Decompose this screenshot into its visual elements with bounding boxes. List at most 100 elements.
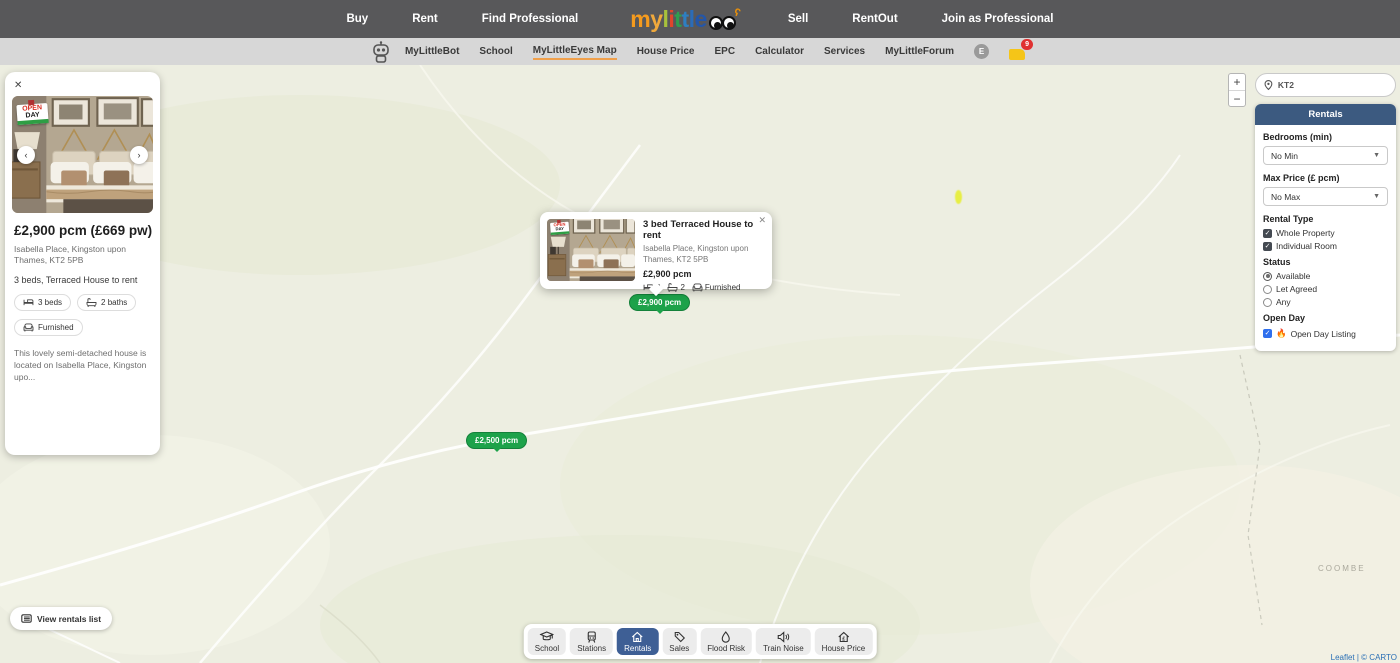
- speaker-icon: [777, 631, 790, 643]
- chevron-down-icon: ▼: [1373, 152, 1380, 159]
- filters-header[interactable]: Rentals: [1255, 104, 1396, 125]
- subnav-house-price[interactable]: House Price: [637, 44, 695, 59]
- popup-baths: 2: [667, 283, 684, 292]
- sofa-icon: [692, 283, 703, 292]
- nav-sell[interactable]: Sell: [788, 13, 808, 25]
- nav-find-professional[interactable]: Find Professional: [482, 13, 579, 25]
- toolbar-stations-button[interactable]: Stations: [570, 628, 613, 655]
- logo-letter: t: [674, 8, 681, 30]
- subnav-calculator[interactable]: Calculator: [755, 44, 804, 59]
- popup-price: £2,900 pcm: [643, 269, 765, 279]
- status-let-agreed-label: Let Agreed: [1276, 284, 1317, 294]
- list-icon: [21, 614, 32, 623]
- popup-furnished: Furnished: [692, 283, 741, 292]
- svg-text:£: £: [842, 637, 845, 643]
- search-input[interactable]: [1278, 80, 1387, 90]
- individual-room-label: Individual Room: [1276, 241, 1337, 251]
- status-let-agreed-radio-row[interactable]: Let Agreed: [1263, 284, 1388, 294]
- zoom-out-button[interactable]: −: [1229, 90, 1245, 106]
- sofa-icon: [23, 323, 34, 332]
- open-day-listing-label: Open Day Listing: [1291, 329, 1356, 339]
- baths-badge: 2 baths: [77, 294, 136, 311]
- popup-beds: 3: [643, 283, 660, 292]
- price-marker-2500[interactable]: £2,500 pcm: [466, 432, 527, 449]
- map-highlight-dot: [955, 190, 962, 204]
- max-price-label: Max Price (£ pcm): [1263, 173, 1388, 183]
- nav-join-as-professional[interactable]: Join as Professional: [942, 13, 1054, 25]
- photo-next-button[interactable]: ›: [130, 146, 148, 164]
- checkbox-checked-icon: ✓: [1263, 242, 1272, 251]
- nav-rentout[interactable]: RentOut: [852, 13, 897, 25]
- popup-title: 3 bed Terraced House to rent: [643, 219, 765, 241]
- whole-property-checkbox-row[interactable]: ✓ Whole Property: [1263, 228, 1388, 238]
- nav-rent[interactable]: Rent: [412, 13, 438, 25]
- house-pound-icon: £: [836, 631, 850, 643]
- subnav-services[interactable]: Services: [824, 44, 865, 59]
- subnav-epc[interactable]: EPC: [715, 44, 736, 59]
- map-zoom-control: + −: [1228, 73, 1246, 107]
- attribution-text[interactable]: Leaflet | © CARTO: [1331, 653, 1397, 662]
- rentals-filter-panel: Rentals Bedrooms (min) No Min ▼ Max Pric…: [1255, 104, 1396, 351]
- water-drop-icon: [721, 631, 731, 643]
- notifications-flag-icon[interactable]: 9: [1009, 44, 1029, 60]
- view-rentals-list-button[interactable]: View rentals list: [10, 607, 112, 630]
- status-available-radio-row[interactable]: Available: [1263, 271, 1388, 281]
- property-detail-card: ✕ OPEN DAY ‹ › £2,900 pcm (£669 pw) Isab…: [5, 72, 160, 455]
- bedrooms-min-select[interactable]: No Min ▼: [1263, 146, 1388, 165]
- secondary-navigation: MyLittleBot School MyLittleEyes Map Hous…: [0, 38, 1400, 65]
- checkbox-checked-icon: ✓: [1263, 329, 1272, 338]
- checkbox-checked-icon: ✓: [1263, 229, 1272, 238]
- whole-property-label: Whole Property: [1276, 228, 1335, 238]
- zoom-in-button[interactable]: +: [1229, 74, 1245, 90]
- open-day-listing-checkbox-row[interactable]: ✓ 🔥 Open Day Listing: [1263, 328, 1388, 339]
- popup-photo: OPEN DAY: [547, 219, 635, 281]
- brand-logo[interactable]: m y l i t t l e ʕ: [630, 8, 736, 30]
- logo-letter: e: [695, 8, 707, 30]
- bedrooms-min-label: Bedrooms (min): [1263, 132, 1388, 142]
- property-price: £2,900 pcm (£669 pw): [14, 223, 153, 238]
- close-icon[interactable]: ✕: [14, 81, 26, 91]
- status-any-label: Any: [1276, 297, 1291, 307]
- popup-address: Isabella Place, Kingston upon Thames, KT…: [643, 244, 765, 266]
- beds-badge: 3 beds: [14, 294, 71, 311]
- status-any-radio-row[interactable]: Any: [1263, 297, 1388, 307]
- map-property-popup[interactable]: ✕ OPEN DAY 3 bed Terraced House to rent …: [540, 212, 772, 289]
- bath-icon: [667, 283, 678, 292]
- profile-e-badge[interactable]: E: [974, 44, 989, 59]
- toolbar-house-price-button[interactable]: £ House Price: [815, 628, 873, 655]
- radio-icon: [1263, 285, 1272, 294]
- open-day-label: Open Day: [1263, 313, 1388, 323]
- location-pin-icon: [1264, 79, 1273, 91]
- bed-icon: [643, 283, 654, 291]
- status-label: Status: [1263, 257, 1388, 267]
- furnished-badge: Furnished: [14, 319, 83, 336]
- train-icon: [586, 631, 598, 643]
- toolbar-train-noise-button[interactable]: Train Noise: [756, 628, 811, 655]
- close-icon[interactable]: ✕: [758, 215, 766, 226]
- bath-icon: [86, 298, 97, 307]
- subnav-mylittleeyes-map[interactable]: MyLittleEyes Map: [533, 43, 617, 60]
- toolbar-rentals-button[interactable]: Rentals: [617, 628, 658, 655]
- subnav-mylittlebot[interactable]: MyLittleBot: [405, 44, 459, 59]
- ukraine-flag-icon: [1319, 655, 1328, 661]
- chevron-down-icon: ▼: [1373, 193, 1380, 200]
- max-price-select[interactable]: No Max ▼: [1263, 187, 1388, 206]
- toolbar-sales-button[interactable]: Sales: [662, 628, 696, 655]
- individual-room-checkbox-row[interactable]: ✓ Individual Room: [1263, 241, 1388, 251]
- subnav-mylittleforum[interactable]: MyLittleForum: [885, 44, 954, 59]
- toolbar-school-button[interactable]: School: [528, 628, 566, 655]
- radio-icon: [1263, 298, 1272, 307]
- map-canvas[interactable]: COOMBE: [0, 65, 1400, 663]
- notification-count-badge: 9: [1021, 39, 1033, 50]
- subnav-school[interactable]: School: [479, 44, 512, 59]
- fire-icon: 🔥: [1276, 328, 1287, 339]
- map-attribution: Leaflet | © CARTO: [1319, 653, 1397, 662]
- graduation-cap-icon: [540, 631, 554, 643]
- price-marker-2900[interactable]: £2,900 pcm: [629, 294, 690, 311]
- toolbar-flood-risk-button[interactable]: Flood Risk: [700, 628, 752, 655]
- property-photo: OPEN DAY ‹ ›: [12, 96, 153, 213]
- map-area-label: COOMBE: [1318, 564, 1366, 573]
- nav-buy[interactable]: Buy: [346, 13, 368, 25]
- photo-prev-button[interactable]: ‹: [17, 146, 35, 164]
- logo-googly-eyes-icon: ʕ: [709, 16, 736, 30]
